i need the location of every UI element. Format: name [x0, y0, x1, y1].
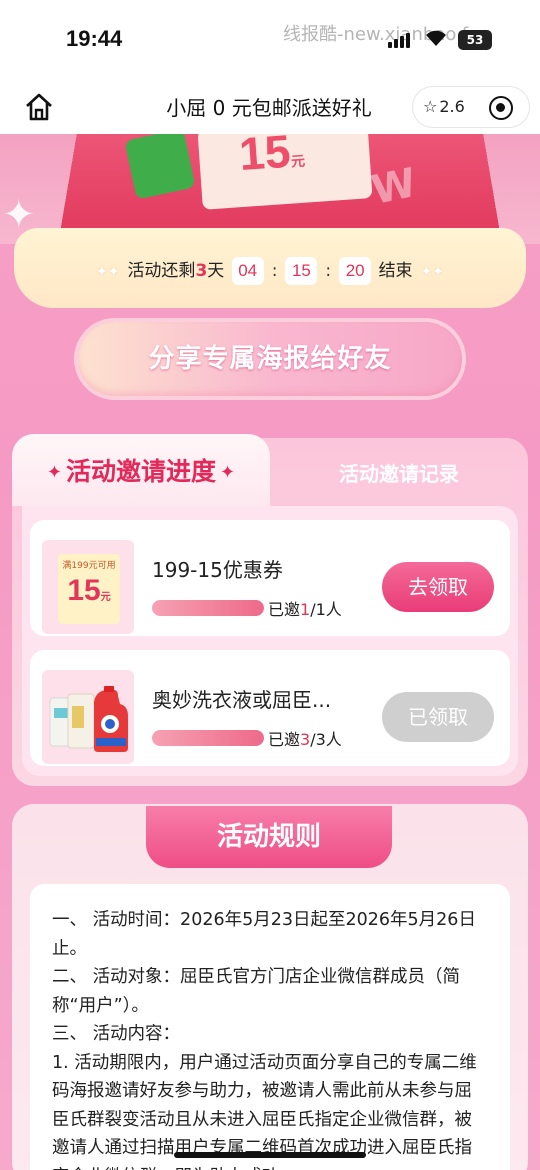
nav-bar: 小屈 0 元包邮派送好礼 ☆ 2.6 [0, 80, 540, 134]
claim-button[interactable]: 去领取 [382, 562, 494, 612]
countdown-days-unit: 天 [207, 261, 225, 281]
coupon-amount: 15 [67, 574, 101, 607]
battery-level: 53 [466, 33, 484, 47]
coupon-image: 满199元可用 15元 [58, 554, 120, 624]
tab-invite-progress-label: 活动邀请进度 [65, 457, 216, 486]
detergent-product-image [49, 686, 128, 752]
status-time: 19:44 [66, 26, 123, 51]
brand-w-logo: W [367, 159, 421, 215]
close-target-icon[interactable] [489, 96, 513, 120]
sparkle-icon: ✦✦ [95, 264, 120, 280]
rules-text: 一、 活动时间：2026年5月23日起至2026年5月26日止。 二、 活动对象… [52, 906, 484, 1170]
banner-coupon-unit: 元 [290, 152, 306, 170]
task-card: 满199元可用 15元 199-15优惠券 已邀1/1人 去领取 [30, 520, 510, 636]
mini-program-capsule: ☆ 2.6 [412, 86, 530, 128]
countdown-seconds: 20 [339, 257, 372, 285]
task-progress-bar [152, 600, 264, 616]
task-name: 奥妙洗衣液或屈臣... [152, 688, 332, 712]
sparkle-icon: ✦ [46, 462, 62, 483]
signal-icon [388, 32, 414, 48]
task-invite-count: 已邀3/3人 [268, 730, 342, 749]
countdown-suffix: 结束 [378, 261, 413, 281]
gift-card-image: 15元 [197, 134, 373, 210]
battery-icon: 53 [458, 30, 492, 50]
countdown-days: 3 [195, 261, 208, 281]
coupon-condition: 满199元可用 [62, 561, 116, 571]
share-poster-button[interactable]: 分享专属海报给好友 [78, 322, 462, 396]
rules-line: 二、 活动对象：屈臣氏官方门店企业微信群成员（简称“用户”）。 [52, 967, 461, 1016]
task-invite-count: 已邀1/1人 [268, 600, 342, 619]
rules-line: 一、 活动时间：2026年5月23日起至2026年5月26日止。 [52, 910, 476, 959]
task-name: 199-15优惠券 [152, 558, 283, 582]
banner-coupon-amount: 15 [237, 134, 293, 181]
wifi-icon [426, 30, 446, 46]
coupon-unit: 元 [100, 592, 111, 603]
rating-value: 2.6 [439, 97, 465, 116]
home-indicator [174, 1152, 366, 1158]
task-card: 奥妙洗衣液或屈臣... 已邀3/3人 已领取 [30, 650, 510, 766]
sparkle-icon: ✦ [220, 462, 236, 483]
countdown-panel: ✦✦ 活动还剩3天 04:15:20 结束 ✦✦ [14, 228, 526, 308]
coupon-thumbnail: 满199元可用 15元 [42, 540, 134, 634]
countdown-prefix: 活动还剩 [127, 261, 196, 281]
star-icon: ☆ [423, 97, 438, 116]
product-thumbnail [42, 670, 134, 764]
countdown-hours: 04 [231, 257, 264, 285]
status-bar: 19:44 线报酷-new.xianbao.fun 53 [0, 0, 540, 80]
rating-button[interactable]: ☆ 2.6 [423, 97, 465, 116]
countdown-minutes: 15 [285, 257, 318, 285]
sparkle-icon: ✦✦ [420, 264, 445, 280]
rules-line: 三、 活动内容： [52, 1024, 181, 1044]
claimed-button[interactable]: 已领取 [382, 692, 494, 742]
tab-invite-records[interactable]: 活动邀请记录 [270, 444, 528, 504]
rules-title: 活动规则 [146, 806, 392, 868]
tab-invite-progress[interactable]: ✦ 活动邀请进度 ✦ [12, 434, 270, 506]
task-progress-bar [152, 730, 264, 746]
